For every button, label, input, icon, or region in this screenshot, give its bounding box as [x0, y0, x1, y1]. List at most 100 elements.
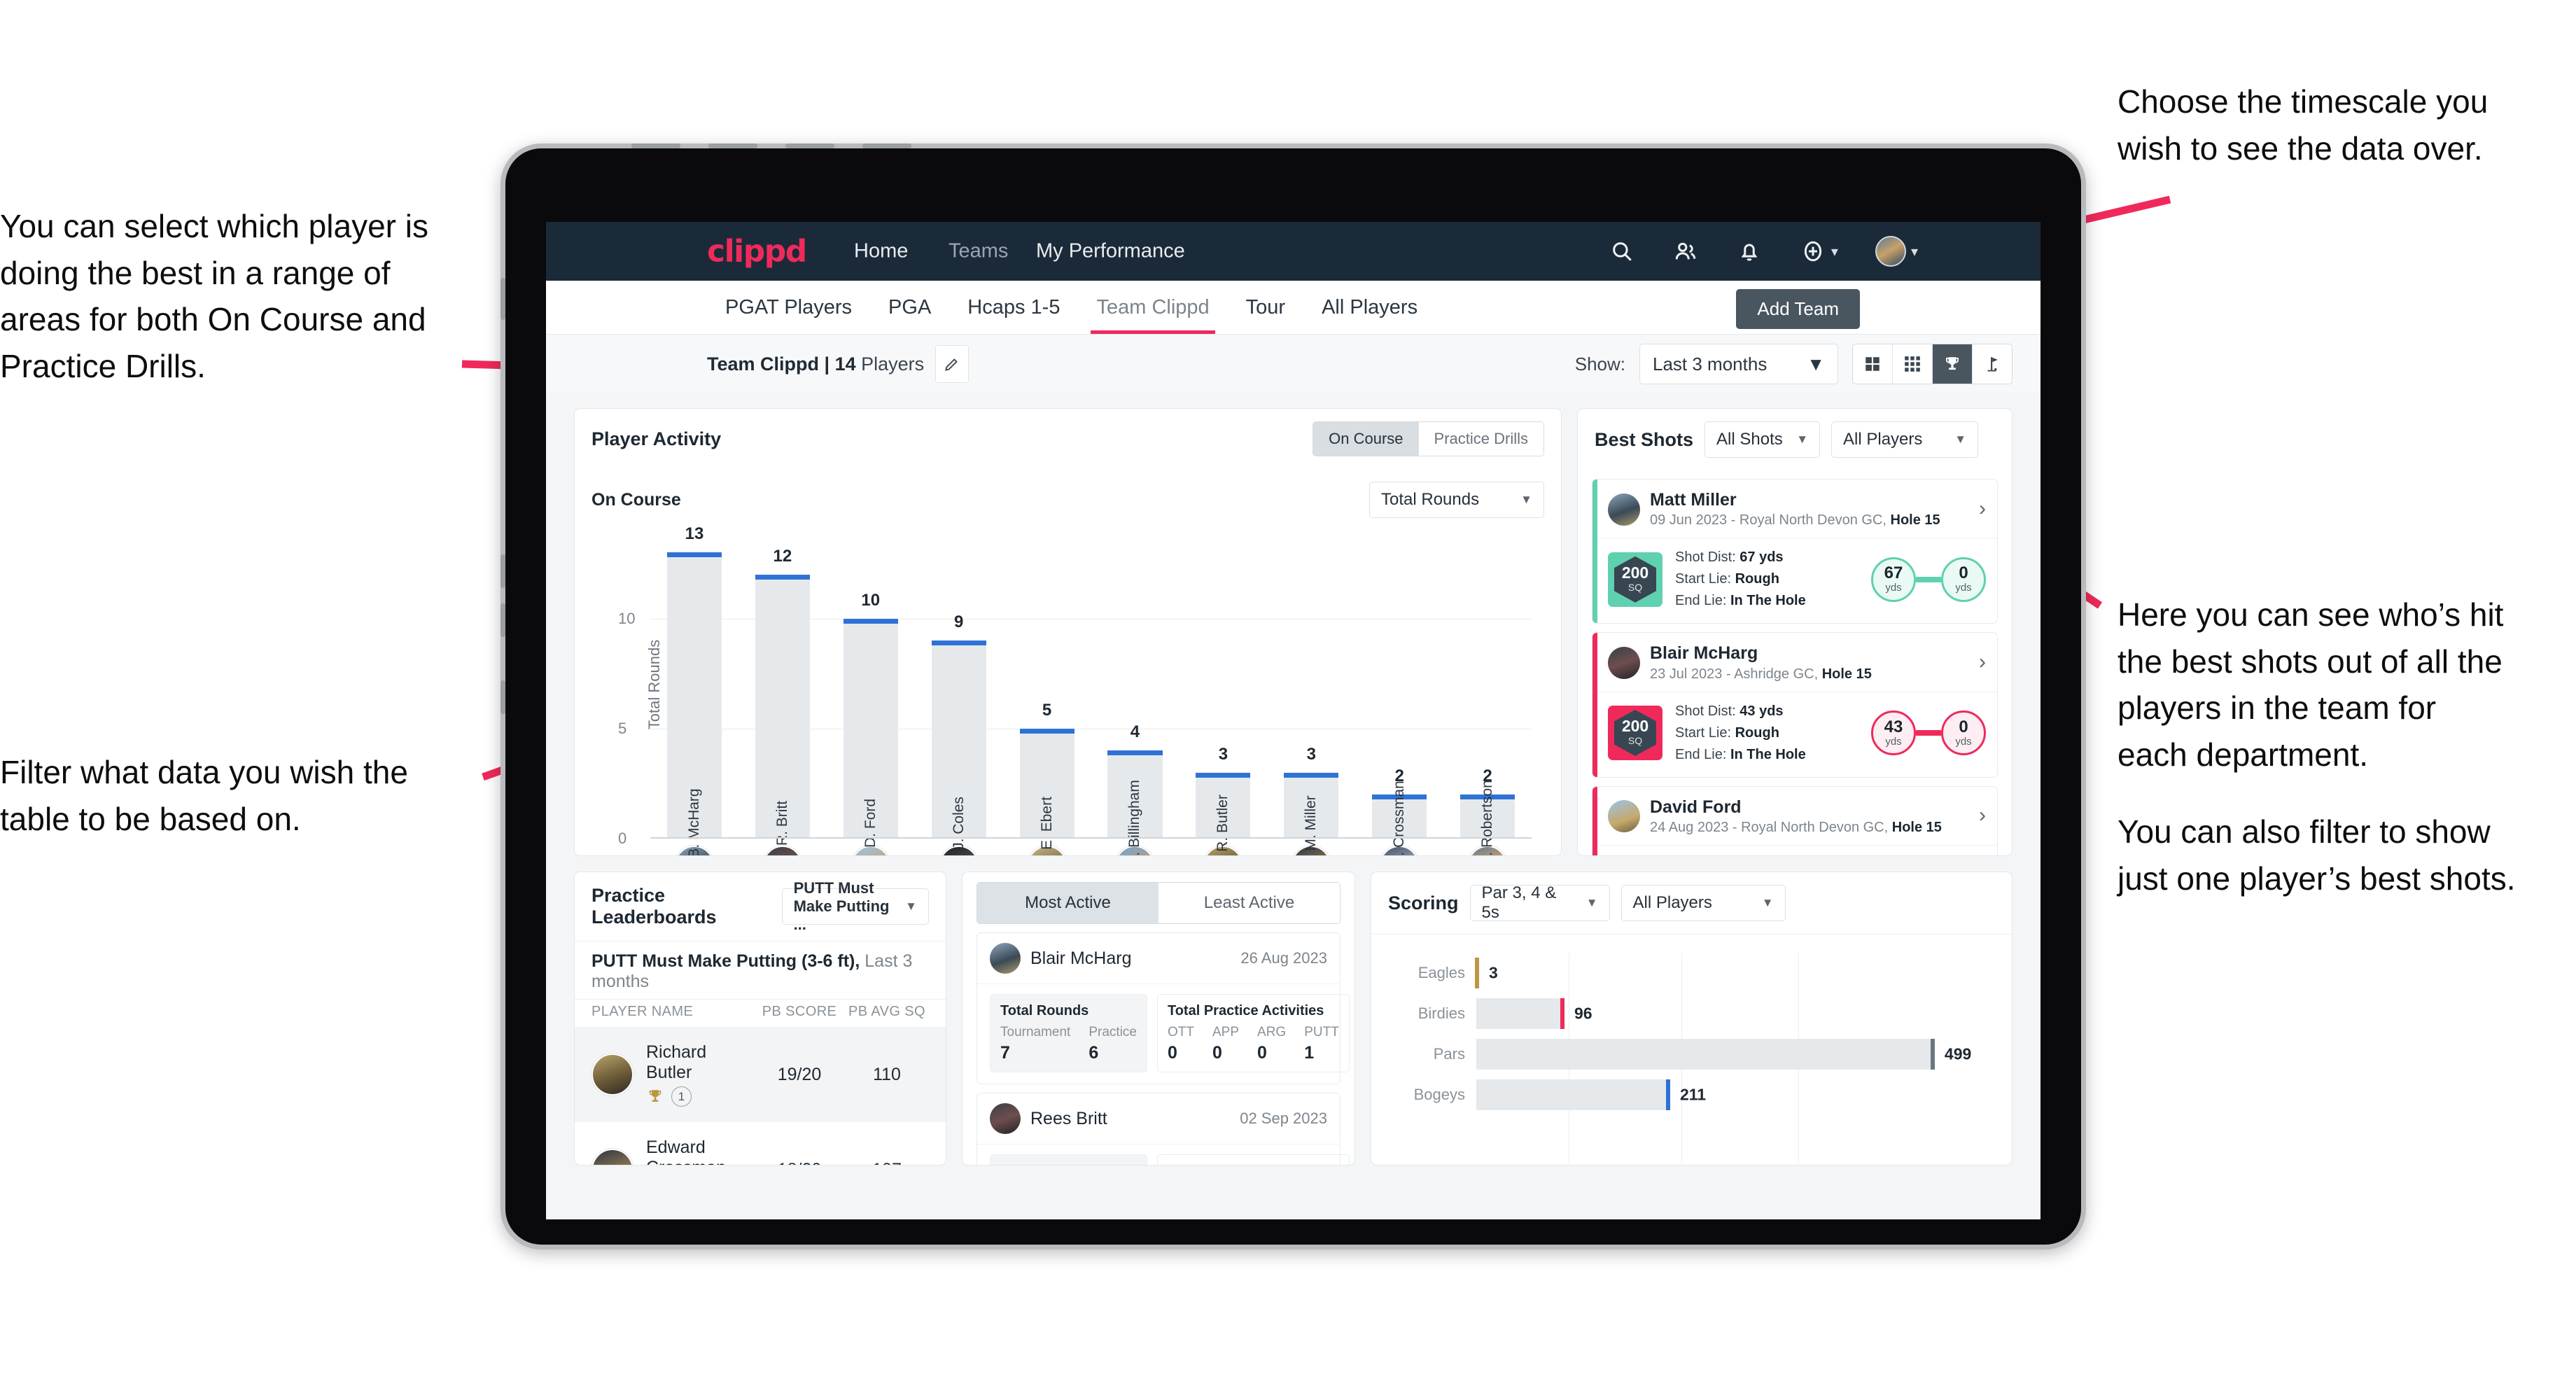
- profile-menu-button[interactable]: ▾: [1875, 236, 1918, 267]
- shot-type-select[interactable]: All Shots ▼: [1704, 421, 1821, 458]
- add-menu-button[interactable]: ▾: [1800, 238, 1838, 265]
- player-filter-value: All Players: [1843, 430, 1923, 449]
- player-activity-subheader: On Course Total Rounds ▼: [575, 469, 1561, 531]
- shot-meta: 24 Aug 2023 - Royal North Devon GC, Hole…: [1650, 819, 1942, 835]
- practice-key: APP: [1212, 1025, 1240, 1040]
- player-name: David Ford: [1650, 797, 1742, 817]
- dashboard-row-bottom: Practice Leaderboards PUTT Must Make Put…: [574, 872, 2012, 1166]
- total-rounds-values: Tournament 7 Practice 6: [1000, 1025, 1137, 1063]
- period-select[interactable]: Last 3 months ▼: [1639, 344, 1838, 384]
- metric-select[interactable]: Total Rounds ▼: [1369, 482, 1544, 518]
- bar-column[interactable]: 2 C. Robertson: [1443, 531, 1532, 855]
- grid-small-icon[interactable]: [1893, 344, 1933, 384]
- bar-column[interactable]: 3 R. Butler: [1179, 531, 1267, 852]
- segment-practice-drills[interactable]: Practice Drills: [1418, 422, 1544, 456]
- player-name: Blair McHarg: [1030, 948, 1132, 968]
- activity-tabs: Most Active Least Active: [976, 882, 1340, 924]
- search-icon[interactable]: [1609, 238, 1635, 265]
- scoring-bar-tip: [1474, 958, 1479, 988]
- trophy-icon[interactable]: [1933, 344, 1973, 384]
- player-avatar[interactable]: [592, 1149, 634, 1165]
- tab-pga[interactable]: PGA: [870, 281, 949, 334]
- total-rounds-title: Total Rounds: [1000, 1003, 1089, 1018]
- bar-cap: [1019, 728, 1074, 734]
- drill-select[interactable]: PUTT Must Make Putting ... ▼: [781, 879, 929, 933]
- activity-card-body: Total RoundsTournament8Practice4 Total Pr…: [977, 1144, 1350, 1165]
- tab-pgat-players[interactable]: PGAT Players: [707, 281, 870, 334]
- best-shot-card[interactable]: Matt Miller 09 Jun 2023 - Royal North Dev…: [1592, 479, 1998, 624]
- activity-card-header: Rees Britt 02 Sep 2023: [977, 1093, 1340, 1144]
- tab-most-active[interactable]: Most Active: [977, 883, 1158, 923]
- bar-column[interactable]: 12 R. Britt: [738, 531, 827, 846]
- practice-col: ARG 0: [1257, 1025, 1286, 1063]
- distance-end-value: 0: [1959, 717, 1968, 736]
- player-avatar[interactable]: [1608, 800, 1640, 833]
- people-icon[interactable]: [1672, 238, 1699, 265]
- scoring-player-select[interactable]: All Players ▼: [1620, 885, 1786, 921]
- bar-column[interactable]: 5 E. Ebert: [1003, 531, 1091, 850]
- player-avatar[interactable]: [990, 1103, 1021, 1134]
- edit-team-button[interactable]: [935, 345, 969, 383]
- activity-card-item[interactable]: Rees Britt 02 Sep 2023 Total RoundsTournam…: [976, 1093, 1350, 1165]
- tab-team-clippd[interactable]: Team Clippd: [1078, 281, 1227, 334]
- best-shot-card[interactable]: Blair McHarg 23 Jul 2023 - Ashridge GC, H…: [1592, 632, 1998, 778]
- bar-column[interactable]: 4 D. Billingham: [1091, 531, 1180, 855]
- avatar[interactable]: [1875, 236, 1906, 267]
- activity-card-item[interactable]: Blair McHarg 26 Aug 2023 Total Rounds Tourn…: [976, 932, 1350, 1084]
- player-avatar[interactable]: [592, 1054, 634, 1096]
- clippd-logo[interactable]: clippd: [707, 234, 807, 270]
- bar-column[interactable]: 2 E. Crossman: [1355, 531, 1443, 855]
- rounds-col: Tournament 7: [1000, 1025, 1070, 1063]
- nav-link-home[interactable]: Home: [854, 240, 908, 263]
- bar-column[interactable]: 13 B. McHarg: [650, 524, 738, 855]
- grid-large-icon[interactable]: [1853, 344, 1893, 384]
- bar-value-label: 4: [1130, 722, 1140, 742]
- player-name: Edward Crossman: [646, 1138, 726, 1165]
- bar: [755, 574, 810, 839]
- bell-icon[interactable]: [1736, 238, 1763, 265]
- device-button: [862, 144, 911, 148]
- player-avatar[interactable]: [762, 846, 802, 855]
- sq-unit: SQ: [1628, 735, 1643, 747]
- add-team-button[interactable]: Add Team: [1736, 289, 1860, 329]
- view-toggle-group: [1852, 344, 2012, 384]
- flag-icon[interactable]: [1973, 344, 2012, 384]
- tab-least-active[interactable]: Least Active: [1158, 883, 1340, 923]
- player-avatar[interactable]: [1608, 646, 1640, 679]
- tab-tour[interactable]: Tour: [1228, 281, 1303, 334]
- bar-cap: [1284, 772, 1339, 778]
- nav-link-my-performance[interactable]: My Performance: [1036, 240, 1185, 263]
- leaderboard-row[interactable]: Richard Butler 1 19/20 110: [575, 1027, 946, 1122]
- segment-on-course[interactable]: On Course: [1313, 422, 1419, 456]
- player-avatar[interactable]: [990, 943, 1021, 974]
- player-name: Richard Butler: [646, 1042, 707, 1082]
- bar-category-label: D. Billingham: [1126, 780, 1143, 856]
- chevron-right-icon[interactable]: ›: [1979, 650, 1986, 674]
- chevron-right-icon[interactable]: ›: [1979, 804, 1986, 827]
- nav-link-teams[interactable]: Teams: [948, 240, 1008, 263]
- player-filter-select[interactable]: All Players ▼: [1831, 421, 1979, 458]
- tab-all-players[interactable]: All Players: [1303, 281, 1436, 334]
- bar-chart-plot-area: Total Rounds 0 5 10 13 B. McHarg 12 R. Britt 1…: [618, 524, 1532, 855]
- best-shot-card[interactable]: David Ford 24 Aug 2023 - Royal North Devo…: [1592, 785, 1998, 855]
- practice-value: 0: [1212, 1043, 1222, 1063]
- pencil-icon: [945, 358, 958, 371]
- metric-select-value: Total Rounds: [1381, 490, 1480, 509]
- bar-category-label: E. Crossman: [1391, 780, 1408, 856]
- player-avatar[interactable]: [1608, 493, 1640, 526]
- plus-circle-icon[interactable]: [1800, 238, 1826, 265]
- hexagon-icon: 200 SQ: [1614, 556, 1656, 603]
- scoring-bar-track: 3: [1474, 958, 1991, 988]
- bar-column[interactable]: 10 D. Ford: [827, 531, 915, 848]
- bar-column[interactable]: 3 M. Miller: [1267, 531, 1355, 851]
- end-lie-row: End Lie: In The Hole: [1675, 746, 1806, 762]
- leaderboard-row[interactable]: Edward Crossman218/20107: [575, 1122, 946, 1165]
- tab-hcaps-1-5[interactable]: Hcaps 1-5: [949, 281, 1078, 334]
- par-select[interactable]: Par 3, 4 & 5s ▼: [1469, 883, 1610, 922]
- chevron-right-icon[interactable]: ›: [1979, 497, 1986, 521]
- practice-col: APP 0: [1212, 1025, 1239, 1063]
- bar-column[interactable]: 9 J. Coles: [915, 531, 1003, 850]
- best-shot-header: David Ford 24 Aug 2023 - Royal North Devo…: [1592, 787, 1997, 845]
- rounds-key: Practice: [1088, 1025, 1137, 1040]
- device-button: [500, 554, 505, 588]
